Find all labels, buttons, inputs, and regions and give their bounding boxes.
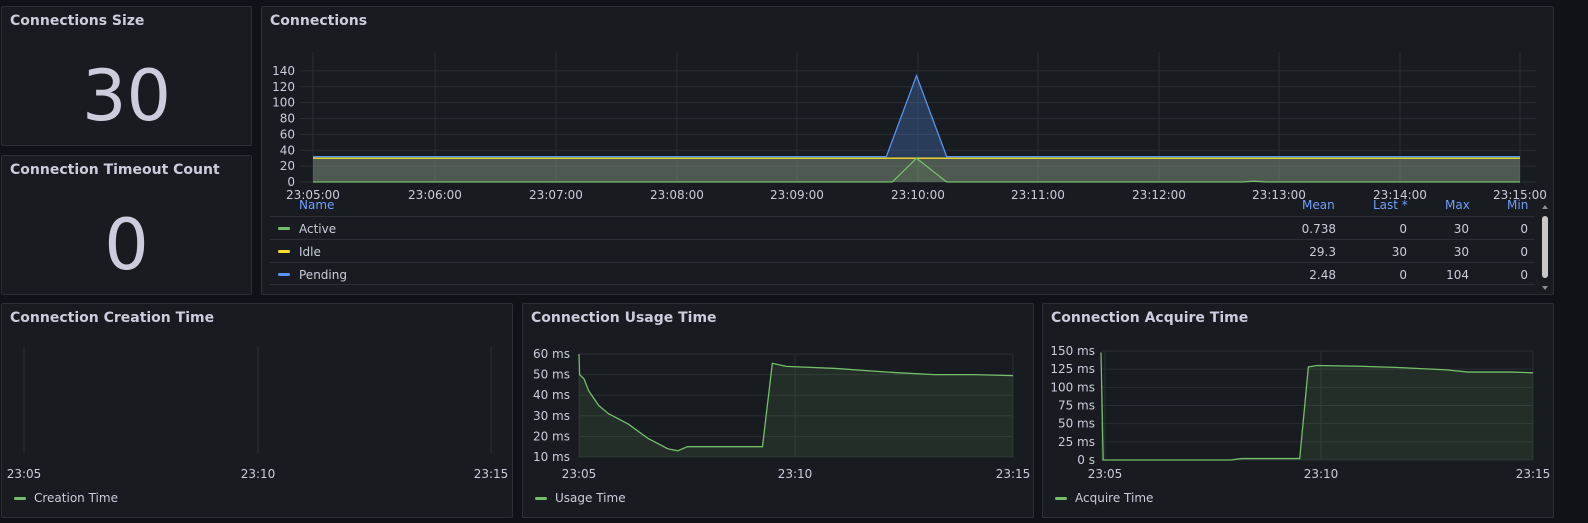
x-tick-label: 23:05 <box>7 467 42 481</box>
y-tick-label: 20 <box>280 159 295 173</box>
y-tick-label: 20 ms <box>533 429 570 443</box>
y-tick-label: 60 <box>280 127 295 141</box>
panel-title: Connections Size <box>10 13 145 29</box>
series-name: Creation Time <box>34 491 118 505</box>
legend-header-max[interactable]: Max <box>1445 198 1470 212</box>
last-value: 0 <box>1399 268 1407 282</box>
x-tick-label: 23:12:00 <box>1132 188 1186 202</box>
scroll-thumb <box>1542 216 1548 278</box>
min-value: 0 <box>1520 268 1528 282</box>
legend-header-name[interactable]: Name <box>299 198 334 212</box>
legend-scrollbar[interactable] <box>1540 202 1550 294</box>
x-tick-label: 23:09:00 <box>770 188 824 202</box>
max-value: 30 <box>1453 245 1469 259</box>
series-swatch <box>278 250 290 253</box>
last-value: 0 <box>1399 222 1407 236</box>
x-tick-label: 23:13:00 <box>1252 188 1306 202</box>
usage-time-chart: 10 ms 20 ms 30 ms 40 ms 50 ms 60 ms 23:05 23:10… <box>533 347 1031 481</box>
series-name: Idle <box>299 245 321 259</box>
y-tick-label: 0 <box>287 175 295 189</box>
x-tick-label: 23:10:00 <box>891 188 945 202</box>
panel-connection-creation-time[interactable]: Connection Creation Time 23:05 23:10 23:15… <box>1 303 513 518</box>
panel-connections-size[interactable]: Connections Size 30 <box>1 6 252 146</box>
scroll-up-icon <box>1542 205 1548 209</box>
stat-value: 30 <box>81 55 172 137</box>
series-swatch <box>14 497 26 500</box>
mean-value: 2.48 <box>1309 268 1336 282</box>
min-value: 0 <box>1520 245 1528 259</box>
x-tick-label: 23:10 <box>778 467 813 481</box>
x-tick-label: 23:15 <box>474 467 509 481</box>
y-tick-label: 120 <box>272 80 295 94</box>
x-tick-label: 23:11:00 <box>1011 188 1065 202</box>
legend-row-active[interactable]: Active 0.738 0 30 0 <box>270 216 1535 239</box>
x-tick-label: 23:10 <box>1304 467 1339 481</box>
panel-connection-timeout-count[interactable]: Connection Timeout Count 0 <box>1 155 252 295</box>
mean-value: 29.3 <box>1309 245 1336 259</box>
y-tick-label: 50 ms <box>1058 417 1095 431</box>
y-tick-label: 10 ms <box>533 450 570 464</box>
y-tick-label: 30 ms <box>533 409 570 423</box>
y-tick-label: 40 <box>280 143 295 157</box>
x-tick-label: 23:06:00 <box>408 188 462 202</box>
y-tick-label: 125 ms <box>1050 362 1095 376</box>
legend-acquire-time[interactable]: Acquire Time <box>1055 491 1153 505</box>
y-tick-label: 140 <box>272 64 295 78</box>
x-tick-label: 23:10 <box>241 467 276 481</box>
panel-title: Connection Timeout Count <box>10 162 220 178</box>
series-swatch <box>535 497 547 500</box>
series-swatch <box>1055 497 1067 500</box>
series-area <box>1101 352 1533 460</box>
y-tick-label: 75 ms <box>1058 399 1095 413</box>
connections-chart: 02040608010012014023:05:00 23:06:00 23:07:… <box>272 52 1547 202</box>
scroll-down-icon <box>1542 286 1548 290</box>
creation-time-chart: 23:05 23:10 23:15 <box>7 346 509 481</box>
panel-connections[interactable]: Connections 0 20 40 60 80 100 120 140 23:05:00 23… <box>261 6 1554 295</box>
y-tick-label: 150 ms <box>1050 344 1095 358</box>
legend-header-mean[interactable]: Mean <box>1302 198 1335 212</box>
y-tick-label: 50 ms <box>533 368 570 382</box>
stat-value: 0 <box>104 204 149 286</box>
y-tick-label: 0 s <box>1077 453 1095 467</box>
series-name: Pending <box>299 268 347 282</box>
x-tick-label: 23:08:00 <box>650 188 704 202</box>
series-area <box>579 354 1013 457</box>
y-tick-label: 25 ms <box>1058 435 1095 449</box>
min-value: 0 <box>1520 222 1528 236</box>
panel-connection-acquire-time[interactable]: Connection Acquire Time 0 s 25 ms 50 ms 75 … <box>1042 303 1554 518</box>
y-tick-label: 100 <box>272 96 295 110</box>
legend-row-idle[interactable]: Idle 29.3 30 30 0 <box>270 239 1535 262</box>
y-tick-label: 80 <box>280 112 295 126</box>
max-value: 104 <box>1446 268 1469 282</box>
legend-table: Active 0.738 0 30 0 Idle 29.3 30 30 0 Pe… <box>270 216 1535 285</box>
y-tick-label: 100 ms <box>1050 380 1095 394</box>
acquire-time-chart: 0 s 25 ms 50 ms 75 ms 100 ms 125 ms 150 ms 23:0… <box>1050 344 1551 481</box>
legend-header-last[interactable]: Last * <box>1373 198 1408 212</box>
x-tick-label: 23:15 <box>996 467 1031 481</box>
last-value: 30 <box>1391 245 1407 259</box>
y-tick-label: 60 ms <box>533 347 570 361</box>
x-tick-label: 23:15 <box>1516 467 1551 481</box>
x-tick-label: 23:05 <box>1088 467 1123 481</box>
legend-row-pending[interactable]: Pending 2.48 0 104 0 <box>270 262 1535 285</box>
series-name: Active <box>299 222 337 236</box>
panel-connection-usage-time[interactable]: Connection Usage Time 10 ms 20 ms 30 ms 40 … <box>522 303 1034 518</box>
series-name: Acquire Time <box>1075 491 1154 505</box>
series-swatch <box>278 227 290 230</box>
mean-value: 0.738 <box>1301 222 1336 236</box>
legend-creation-time[interactable]: Creation Time <box>14 491 118 505</box>
x-tick-label: 23:05 <box>562 467 597 481</box>
series-name: Usage Time <box>555 491 626 505</box>
y-tick-label: 40 ms <box>533 388 570 402</box>
max-value: 30 <box>1453 222 1469 236</box>
legend-usage-time[interactable]: Usage Time <box>535 491 626 505</box>
legend-header-min[interactable]: Min <box>1507 198 1528 212</box>
series-swatch <box>278 273 290 276</box>
x-tick-label: 23:07:00 <box>529 188 583 202</box>
